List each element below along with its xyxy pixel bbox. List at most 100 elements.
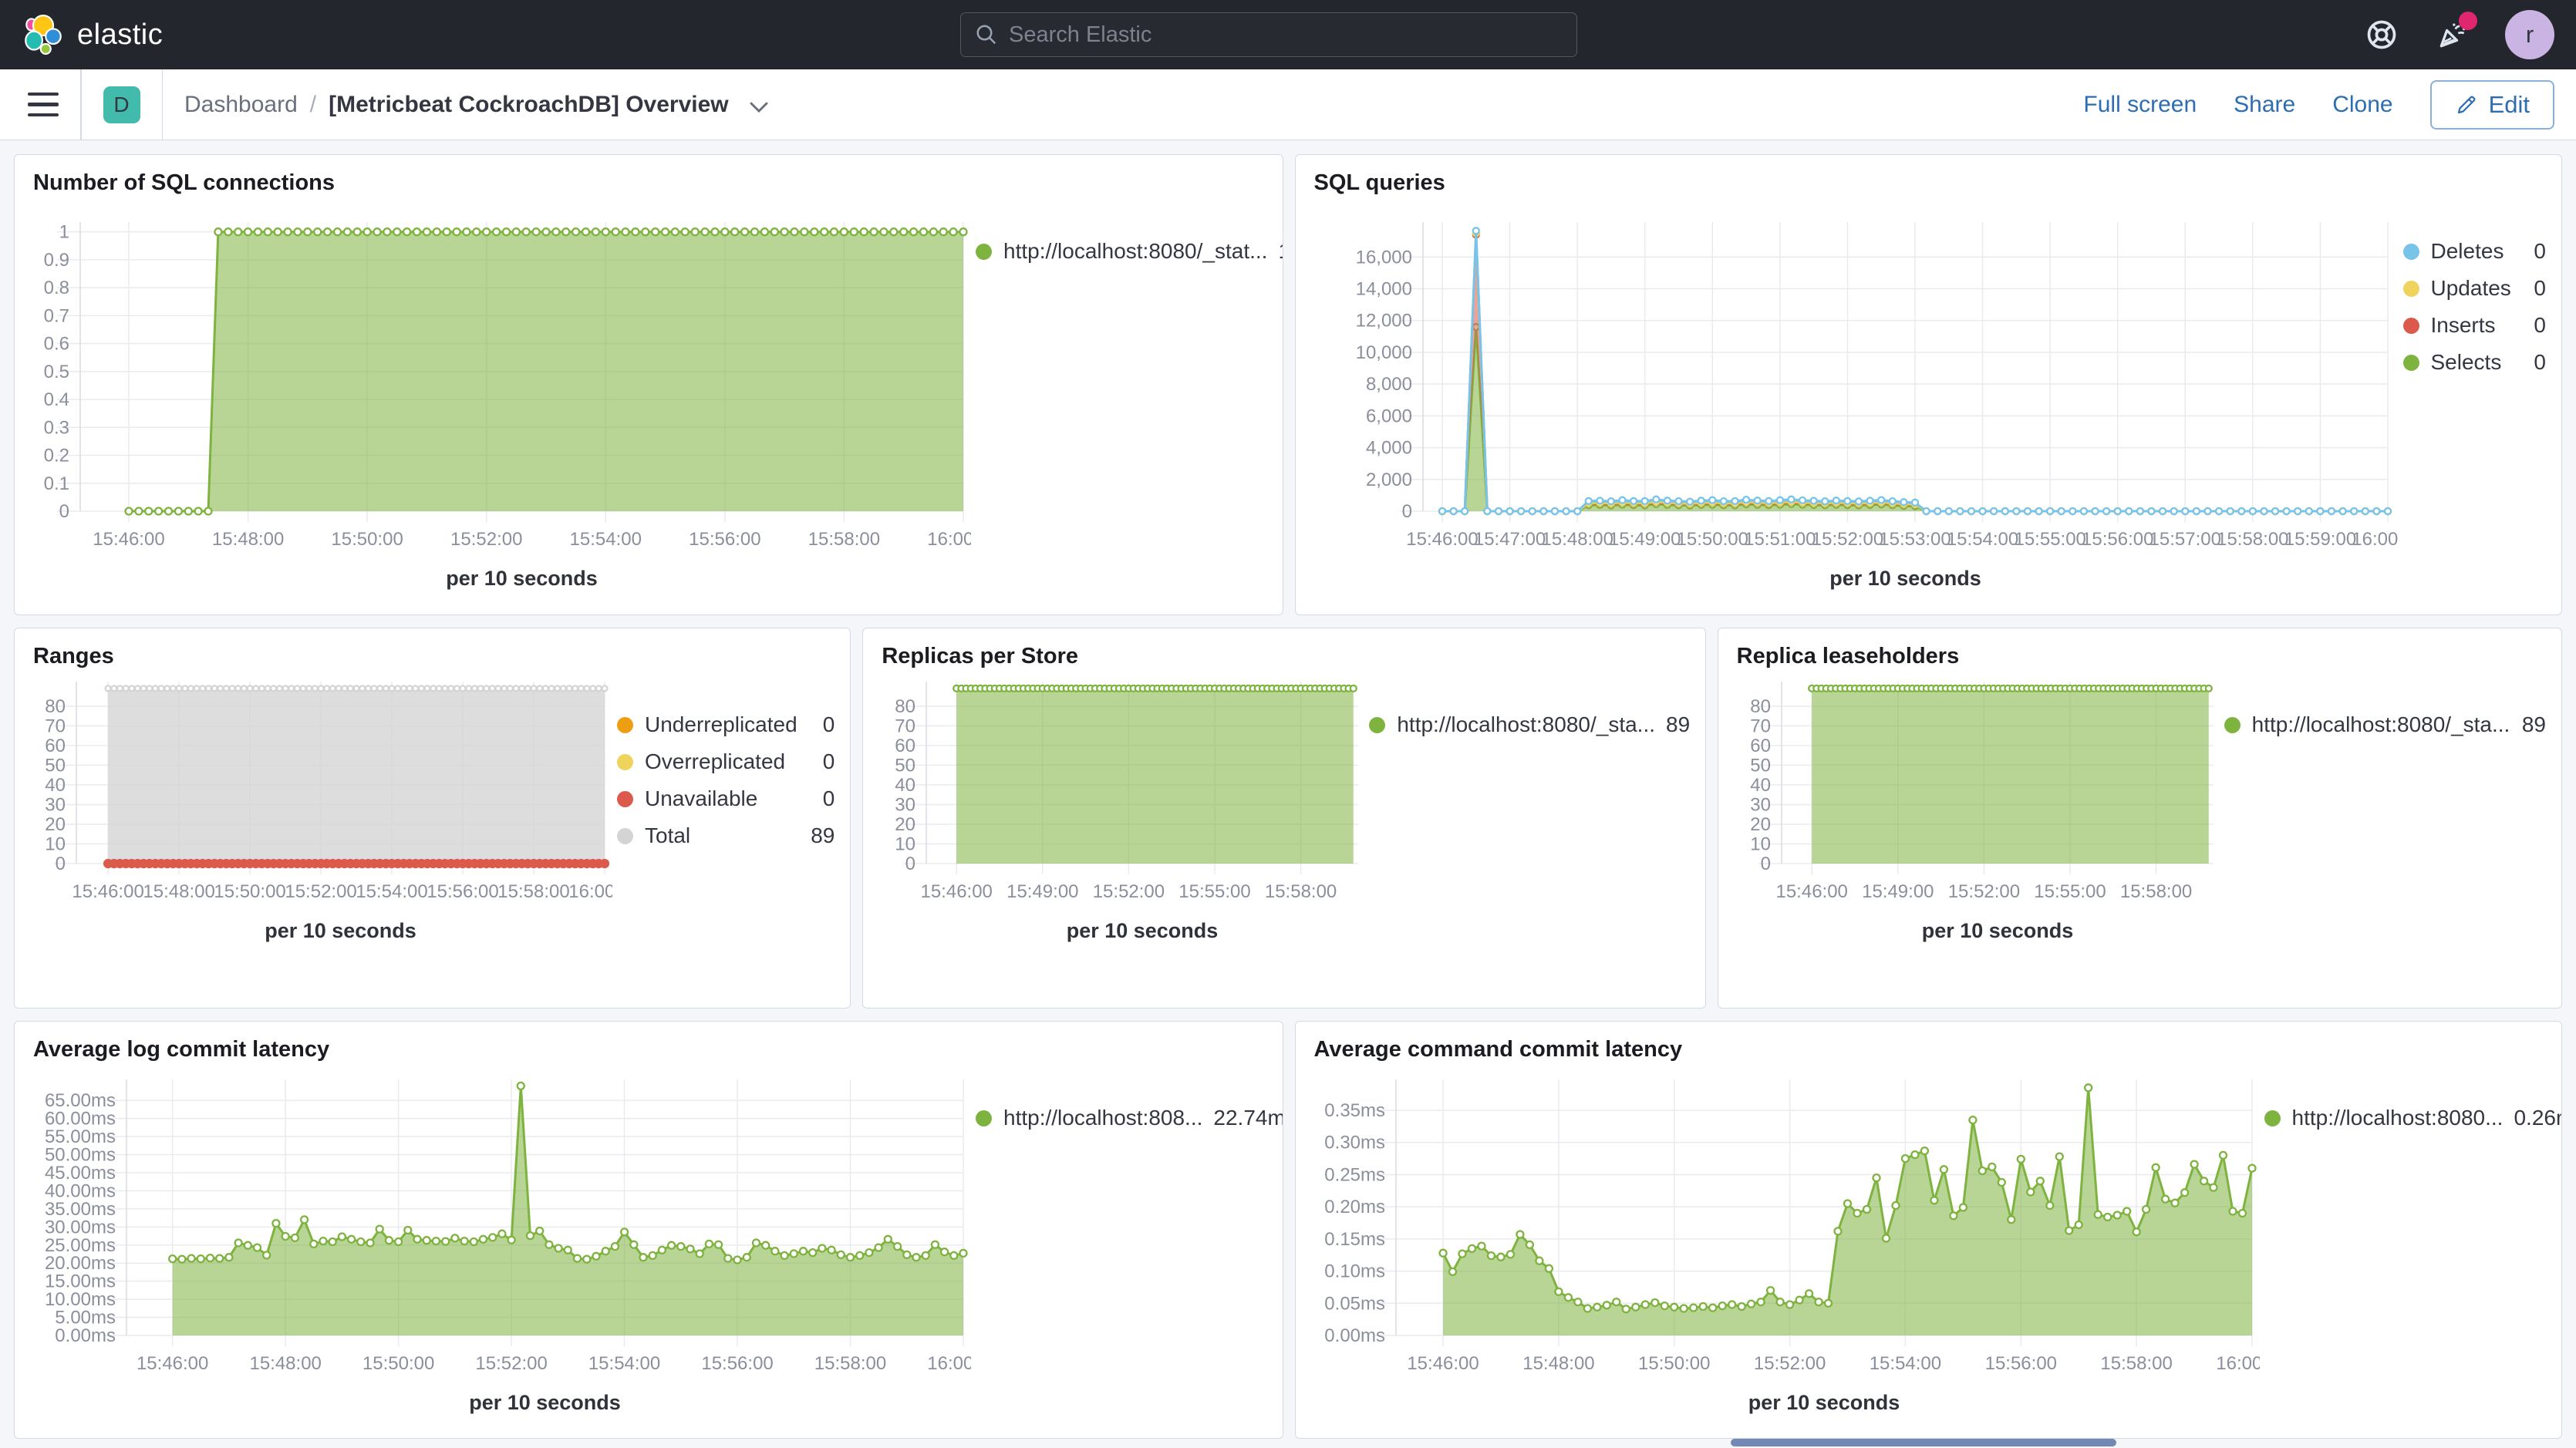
- legend-value: 0: [823, 712, 835, 737]
- legend-item[interactable]: Selects0: [2403, 350, 2547, 375]
- legend-item[interactable]: Overreplicated0: [617, 749, 835, 774]
- legend-item[interactable]: Inserts0: [2403, 313, 2547, 338]
- svg-text:15:57:00: 15:57:00: [2149, 529, 2220, 550]
- legend-swatch: [617, 791, 633, 807]
- svg-text:15:48:00: 15:48:00: [249, 1353, 321, 1374]
- legend-value: 89: [811, 823, 835, 848]
- elastic-logo[interactable]: elastic: [23, 15, 163, 55]
- svg-text:15:58:00: 15:58:00: [2120, 881, 2192, 902]
- svg-text:0.6: 0.6: [44, 334, 69, 355]
- svg-text:6,000: 6,000: [1365, 406, 1411, 426]
- ranges-chart[interactable]: 15:46:0015:48:0015:50:0015:52:0015:54:00…: [15, 672, 612, 946]
- svg-text:15:55:00: 15:55:00: [2034, 881, 2106, 902]
- clone-button[interactable]: Clone: [2332, 92, 2392, 118]
- svg-text:16:00:00: 16:00:00: [927, 1353, 971, 1374]
- legend-swatch: [976, 1110, 992, 1126]
- panel-title: Ranges: [15, 628, 850, 672]
- legend-item[interactable]: Updates0: [2403, 276, 2547, 301]
- svg-text:15:46:00: 15:46:00: [137, 1353, 208, 1374]
- breadcrumb-dashboard[interactable]: Dashboard: [184, 92, 298, 118]
- legend-item[interactable]: Deletes0: [2403, 239, 2547, 264]
- svg-text:15:49:00: 15:49:00: [1862, 881, 1934, 902]
- svg-text:15:59:00: 15:59:00: [2284, 529, 2355, 550]
- horizontal-scrollbar-thumb[interactable]: [1731, 1439, 2116, 1446]
- svg-text:30: 30: [895, 794, 916, 815]
- svg-text:30: 30: [1750, 794, 1771, 815]
- replicas-per-store-chart[interactable]: 15:46:0015:49:0015:52:0015:55:0015:58:00…: [863, 672, 1364, 946]
- avg-log-commit-latency-chart[interactable]: 15:46:0015:48:0015:50:0015:52:0015:54:00…: [15, 1066, 971, 1436]
- dashboard-app-badge[interactable]: D: [103, 86, 140, 123]
- legend-value: 0.26ms: [2514, 1106, 2562, 1130]
- legend-item[interactable]: Total 89: [617, 823, 835, 848]
- sql-connections-chart[interactable]: 15:46:0015:48:0015:50:0015:52:0015:54:00…: [15, 199, 971, 604]
- edit-button[interactable]: Edit: [2430, 80, 2554, 130]
- user-avatar[interactable]: r: [2505, 10, 2554, 59]
- share-button[interactable]: Share: [2234, 92, 2295, 118]
- svg-text:15:58:00: 15:58:00: [814, 1353, 886, 1374]
- legend-item[interactable]: http://localhost:8080...0.26ms: [2264, 1106, 2563, 1130]
- panel-replica-leaseholders: Replica leaseholders 15:46:0015:49:0015:…: [1718, 628, 2562, 1009]
- svg-text:0.7: 0.7: [44, 305, 69, 326]
- elastic-logo-icon: [23, 15, 63, 55]
- search-input[interactable]: [1009, 22, 1563, 48]
- svg-text:15:52:00: 15:52:00: [450, 529, 522, 550]
- svg-text:0.2: 0.2: [44, 446, 69, 466]
- replica-leaseholders-chart[interactable]: 15:46:0015:49:0015:52:0015:55:0015:58:00…: [1718, 672, 2220, 946]
- chart-legend: http://localhost:808...22.74ms: [971, 1066, 1283, 1436]
- svg-text:0.05ms: 0.05ms: [1324, 1293, 1385, 1314]
- svg-text:15:50:00: 15:50:00: [1676, 529, 1748, 550]
- svg-text:15:56:00: 15:56:00: [689, 529, 760, 550]
- news-button[interactable]: [2434, 16, 2471, 53]
- svg-text:10: 10: [895, 833, 916, 854]
- svg-text:30: 30: [45, 794, 66, 815]
- hamburger-icon: [28, 93, 59, 96]
- legend-swatch: [2264, 1110, 2281, 1126]
- global-search[interactable]: [960, 12, 1577, 57]
- svg-text:50: 50: [45, 755, 66, 776]
- chevron-down-icon[interactable]: [749, 100, 769, 114]
- legend-item[interactable]: Underreplicated0: [617, 712, 835, 737]
- svg-text:12,000: 12,000: [1355, 311, 1411, 332]
- svg-text:30.00ms: 30.00ms: [45, 1217, 116, 1238]
- legend-label: Total: [645, 823, 800, 848]
- svg-text:15:54:00: 15:54:00: [1869, 1353, 1940, 1374]
- full-screen-button[interactable]: Full screen: [2083, 92, 2197, 118]
- svg-text:20: 20: [895, 814, 916, 835]
- legend-label: Unavailable: [645, 786, 812, 811]
- svg-text:per 10 seconds: per 10 seconds: [1067, 919, 1219, 942]
- svg-text:0.4: 0.4: [44, 389, 69, 410]
- svg-text:16:00:00: 16:00:00: [927, 529, 971, 550]
- svg-text:0: 0: [56, 854, 66, 874]
- svg-text:16,000: 16,000: [1355, 247, 1411, 268]
- legend-value: 0: [2534, 276, 2546, 301]
- legend-item[interactable]: Unavailable0: [617, 786, 835, 811]
- legend-item[interactable]: http://localhost:8080/_sta...89: [1369, 712, 1690, 737]
- svg-text:10.00ms: 10.00ms: [45, 1289, 116, 1310]
- svg-text:50: 50: [1750, 755, 1771, 776]
- svg-text:70: 70: [45, 716, 66, 736]
- sql-queries-chart[interactable]: 15:46:0015:47:0015:48:0015:49:0015:50:00…: [1296, 199, 2399, 604]
- svg-text:0.25ms: 0.25ms: [1324, 1164, 1385, 1185]
- help-button[interactable]: [2363, 16, 2400, 53]
- legend-value: 0: [823, 749, 835, 774]
- svg-text:20: 20: [45, 814, 66, 835]
- svg-text:15:48:00: 15:48:00: [143, 881, 214, 902]
- svg-text:15:46:00: 15:46:00: [1775, 881, 1847, 902]
- legend-item[interactable]: http://localhost:808...22.74ms: [976, 1106, 1283, 1130]
- svg-text:per 10 seconds: per 10 seconds: [446, 567, 598, 590]
- svg-text:70: 70: [1750, 716, 1771, 736]
- legend-value: 89: [1666, 712, 1690, 737]
- svg-text:40: 40: [895, 775, 916, 796]
- svg-text:60: 60: [45, 736, 66, 756]
- dashboard-content: Number of SQL connections 15:46:0015:48:…: [0, 140, 2576, 1439]
- menu-button[interactable]: [28, 93, 59, 117]
- svg-text:15:58:00: 15:58:00: [497, 881, 569, 902]
- avg-command-commit-latency-chart[interactable]: 15:46:0015:48:0015:50:0015:52:0015:54:00…: [1296, 1066, 2260, 1436]
- legend-swatch: [617, 754, 633, 770]
- svg-text:25.00ms: 25.00ms: [45, 1235, 116, 1256]
- search-icon: [975, 23, 998, 46]
- edit-button-label: Edit: [2489, 91, 2530, 119]
- svg-text:15:56:00: 15:56:00: [2082, 529, 2153, 550]
- legend-item[interactable]: http://localhost:8080/_sta...89: [2224, 712, 2546, 737]
- legend-item[interactable]: http://localhost:8080/_stat...1: [976, 239, 1283, 264]
